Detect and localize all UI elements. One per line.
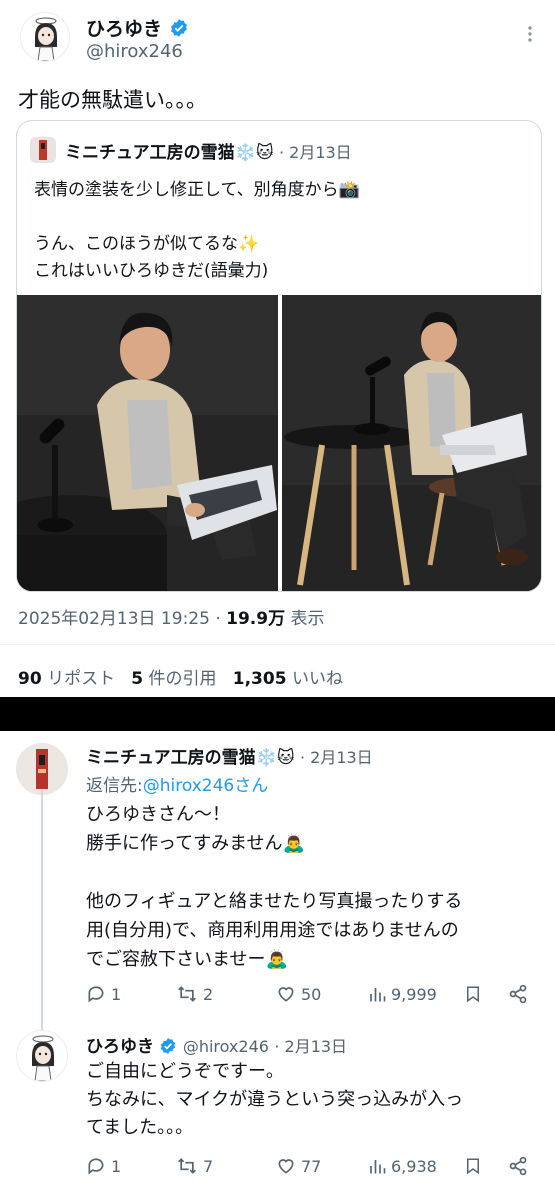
views-label: 表示 <box>290 609 325 629</box>
author-avatar[interactable] <box>20 12 70 62</box>
bookmark-icon <box>467 986 479 1003</box>
thread-connector-line <box>41 790 43 1030</box>
reply1-author-name[interactable]: ミニチュア工房の雪猫 <box>86 748 256 768</box>
reply2-avatar[interactable] <box>16 1030 68 1082</box>
author-name: ひろゆき <box>86 18 163 40</box>
share-icon <box>509 1156 527 1176</box>
screenshot-separator <box>0 697 555 731</box>
quoted-text: 表情の塗装を少し修正して、別角度から📸 うん、このほうが似てるな✨ これはいいひ… <box>34 177 360 285</box>
reply2-text: ご自由にどうぞですー。 ちなみに、マイクが違うという突っ込みが入っ てました。。… <box>86 1061 464 1138</box>
tweet-text: 才能の無駄遣い。。。 <box>18 88 207 112</box>
tweet-photo-2[interactable] <box>282 295 541 591</box>
reply1-views-button[interactable]: 9,999 <box>368 984 437 1004</box>
tweet-photo-1[interactable] <box>17 295 278 591</box>
reply1-name-emoji: ❄️🐱 <box>255 748 295 768</box>
reply1-share-button[interactable] <box>508 984 528 1004</box>
reply1-reply-to: 返信先:@hirox246さん <box>86 776 269 796</box>
repost-icon <box>178 986 196 1002</box>
repost-icon <box>178 1158 196 1174</box>
engagement-stats: 90 リポスト 5 件の引用 1,305 いいね <box>18 664 343 689</box>
reply1-repost-button[interactable]: 2 <box>176 984 213 1004</box>
quoted-author-avatar <box>30 137 56 163</box>
reply2-handle[interactable]: @hirox246 <box>183 1037 269 1056</box>
bookmark-icon <box>467 1158 479 1175</box>
reply2-author-name[interactable]: ひろゆき <box>86 1037 154 1057</box>
author-handle[interactable]: @hirox246 <box>86 41 183 62</box>
divider <box>0 644 555 645</box>
reply2-like-button[interactable]: 77 <box>276 1156 321 1176</box>
reply-icon <box>88 986 104 1003</box>
heart-icon <box>278 1159 294 1174</box>
reply2-reply-button[interactable]: 1 <box>86 1156 121 1176</box>
quoted-line-2: うん、このほうが似てるな✨ <box>34 234 260 254</box>
views-count: 19.9万 <box>226 609 286 629</box>
reply-icon <box>88 1158 104 1175</box>
likes-stat[interactable]: 1,305 いいね <box>233 669 343 689</box>
quoted-date: · 2月13日 <box>278 143 352 162</box>
reply1-like-button[interactable]: 50 <box>276 984 321 1004</box>
views-chart-icon <box>370 1160 386 1174</box>
quoted-tweet-card[interactable]: ミニチュア工房の雪猫❄️🐱 · 2月13日 表情の塗装を少し修正して、別角度から… <box>16 120 542 592</box>
reply1-avatar[interactable] <box>16 743 68 795</box>
quotes-stat[interactable]: 5 件の引用 <box>131 669 216 689</box>
reply1-reply-to-handle[interactable]: @hirox246さん <box>143 776 269 796</box>
avatar-illustration <box>35 17 57 61</box>
quoted-author-name: ミニチュア工房の雪猫 <box>65 143 235 163</box>
reply1-reply-button[interactable]: 1 <box>86 984 121 1004</box>
reply1-bookmark-button[interactable] <box>464 984 482 1004</box>
views-chart-icon <box>370 988 386 1002</box>
reply2-share-button[interactable] <box>508 1156 528 1176</box>
more-options-icon[interactable] <box>520 24 540 44</box>
reply1-text: ひろゆきさん〜！ 勝手に作ってすみません🙇‍♂️ 他のフィギュアと絡ませたり写真… <box>86 804 463 970</box>
quoted-name-emoji: ❄️🐱 <box>234 143 274 163</box>
tweet-timestamp-row: 2025年02月13日 19:25 · 19.9万 表示 <box>18 604 325 629</box>
verified-badge-icon <box>170 19 187 37</box>
tweet-timestamp[interactable]: 2025年02月13日 19:25 · <box>18 609 221 629</box>
reposts-stat[interactable]: 90 リポスト <box>18 669 115 689</box>
reply2-date[interactable]: · 2月13日 <box>274 1037 347 1056</box>
reply2-bookmark-button[interactable] <box>464 1156 482 1176</box>
heart-icon <box>278 987 294 1002</box>
reply2-repost-button[interactable]: 7 <box>176 1156 213 1176</box>
quoted-line-1: 表情の塗装を少し修正して、別角度から📸 <box>34 180 360 200</box>
verified-badge-icon <box>161 1038 176 1054</box>
reply2-views-button[interactable]: 6,938 <box>368 1156 437 1176</box>
share-icon <box>509 984 527 1004</box>
quoted-line-3: これはいいひろゆきだ(語彙力) <box>34 261 269 281</box>
reply1-date[interactable]: · 2月13日 <box>300 748 373 767</box>
